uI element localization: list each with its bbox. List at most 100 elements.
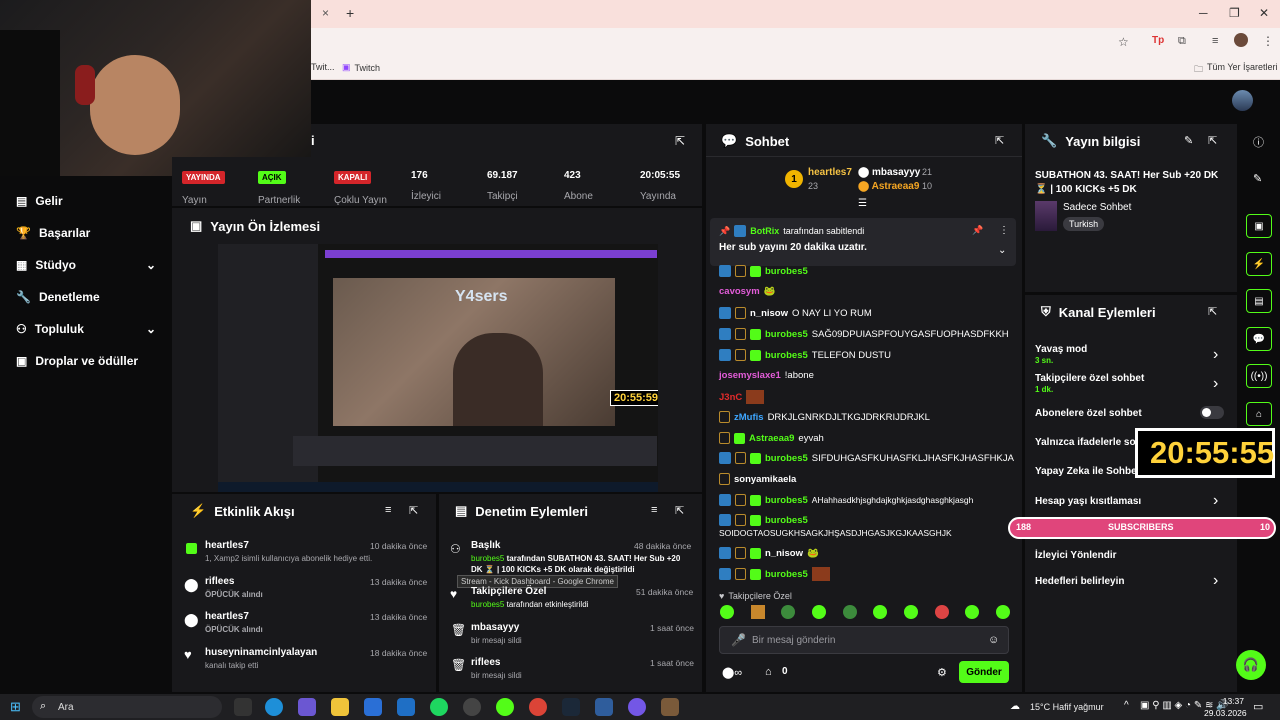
edit-icon[interactable]: ✎ xyxy=(1184,134,1193,147)
leader-row[interactable]: ⬤ mbasayyy xyxy=(858,167,920,178)
unpin-icon[interactable]: 📌 xyxy=(972,225,983,236)
emote-icon[interactable] xyxy=(842,605,857,619)
category-name[interactable]: Sadece Sohbet xyxy=(1063,202,1131,213)
emote-icon[interactable] xyxy=(720,605,734,619)
app-icon[interactable] xyxy=(595,698,613,716)
mod-action-name[interactable]: riflees xyxy=(471,657,500,668)
chat-message[interactable]: J3nC xyxy=(719,390,768,404)
chat-message[interactable]: n_nisow 🐸 xyxy=(719,547,823,559)
store-icon[interactable]: ⌂ xyxy=(765,666,772,678)
emote-icon[interactable] xyxy=(903,605,918,619)
filter-icon[interactable]: ≡ xyxy=(385,504,391,516)
chat-message[interactable]: sonyamikaela xyxy=(719,473,800,485)
leader-row[interactable]: ⬤ Astraeaa9 xyxy=(858,181,919,192)
spotify-icon[interactable] xyxy=(430,698,448,716)
sidebar-item-topluluk[interactable]: ⚇ Topluluk ⌄ xyxy=(16,322,156,336)
chat-message[interactable]: burobes5 xyxy=(719,265,812,277)
subscribers-only-toggle[interactable] xyxy=(1200,406,1224,419)
sidebar-item-denetleme[interactable]: 🔧 Denetleme xyxy=(16,290,100,304)
expand-icon[interactable]: ⌄ xyxy=(998,245,1006,256)
media-icon[interactable]: ≡ xyxy=(1212,35,1218,47)
tab-close-icon[interactable]: × xyxy=(322,6,329,20)
mod-action-name[interactable]: mbasayyy xyxy=(471,622,519,633)
edit-icon[interactable]: ✎ xyxy=(1253,172,1262,185)
chevron-right-icon[interactable]: › xyxy=(1213,572,1218,590)
rail-button-chat[interactable]: 💬 xyxy=(1246,327,1272,351)
slow-mode-label[interactable]: Yavaş mod xyxy=(1035,344,1087,355)
popout-icon[interactable]: ⇱ xyxy=(409,504,418,517)
rail-button-store[interactable]: ⌂ xyxy=(1246,402,1272,426)
emote-icon[interactable] xyxy=(965,605,980,619)
event-user[interactable]: riflees xyxy=(205,576,234,587)
event-user[interactable]: heartles7 xyxy=(205,611,249,622)
clock-date[interactable]: 29.03.2026 xyxy=(1204,708,1247,718)
chat-message[interactable]: burobes5 xyxy=(719,514,808,526)
sidebar-item-gelir[interactable]: ▤ Gelir xyxy=(16,194,63,208)
emote-icon[interactable] xyxy=(934,605,949,619)
windows-start-icon[interactable]: ⊞ xyxy=(10,699,21,715)
bookmark-twitch[interactable]: ▣ Twitch xyxy=(342,62,380,73)
rail-button-broadcast[interactable]: ((•)) xyxy=(1246,364,1272,388)
outlook-icon[interactable] xyxy=(397,698,415,716)
copilot-icon[interactable] xyxy=(298,698,316,716)
sidebar-item-basarilar[interactable]: 🏆 Başarılar xyxy=(16,226,90,240)
emote-icon[interactable] xyxy=(811,605,826,619)
goals-label[interactable]: Hedefleri belirleyin xyxy=(1035,576,1124,587)
restore-icon[interactable]: ❐ xyxy=(1229,6,1240,20)
rail-button-poll[interactable]: ▤ xyxy=(1246,289,1272,313)
bookmark-star-icon[interactable]: ☆ xyxy=(1118,35,1129,49)
bookmark-folder[interactable]: 🗀 Tüm Yer İşaretleri xyxy=(1194,62,1278,78)
support-headset-button[interactable]: 🎧 xyxy=(1236,650,1266,680)
notification-icon[interactable]: ▭ xyxy=(1253,700,1263,713)
browser-menu-icon[interactable]: ⋮ xyxy=(1262,34,1274,48)
profile-avatar[interactable] xyxy=(1234,33,1248,47)
more-icon[interactable]: ⋮ xyxy=(999,225,1009,236)
chat-message[interactable]: burobes5 SAĞ09DPUIASPFOUYGASFUOPHASDFKKH xyxy=(719,328,1009,340)
kicks-icon[interactable]: ⬤∞ xyxy=(722,666,742,679)
steam-icon[interactable] xyxy=(562,698,580,716)
obs-icon[interactable] xyxy=(463,698,481,716)
info-icon[interactable]: ⓘ xyxy=(1253,134,1264,150)
microphone-icon[interactable]: 🎤 xyxy=(731,633,746,647)
stream-preview[interactable]: Y4sers 20:55:59 xyxy=(218,244,658,492)
emote-icon[interactable] xyxy=(781,605,796,619)
chat-message[interactable]: josemyslaxe1 !abone xyxy=(719,370,814,381)
popout-icon[interactable]: ⇱ xyxy=(1208,134,1217,147)
event-user[interactable]: heartles7 xyxy=(205,540,249,551)
app-icon[interactable] xyxy=(661,698,679,716)
extension-icon[interactable]: Tp xyxy=(1152,35,1164,46)
account-age-label[interactable]: Hesap yaşı kısıtlaması xyxy=(1035,496,1141,507)
leader-name[interactable]: heartles7 xyxy=(808,167,852,178)
store-app-icon[interactable] xyxy=(364,698,382,716)
extensions-puzzle-icon[interactable]: ⧉ xyxy=(1178,35,1186,48)
chat-message[interactable]: burobes5 TELEFON DUSTU xyxy=(719,349,891,361)
chevron-right-icon[interactable]: › xyxy=(1213,375,1218,393)
chrome-icon[interactable] xyxy=(529,698,547,716)
chat-message[interactable]: Astraeaa9 eyvah xyxy=(719,432,824,444)
collapse-icon[interactable]: ☰ xyxy=(858,198,867,209)
clock-time[interactable]: 13:37 xyxy=(1214,696,1244,706)
followers-only-label[interactable]: Takipçilere özel sohbet xyxy=(1035,373,1144,384)
chevron-right-icon[interactable]: › xyxy=(1213,492,1218,510)
popout-icon[interactable]: ⇱ xyxy=(995,134,1004,147)
popout-icon[interactable]: ⇱ xyxy=(675,134,685,148)
user-avatar[interactable] xyxy=(1232,90,1253,111)
rail-button-raid[interactable]: ⚡ xyxy=(1246,252,1272,276)
emote-icon[interactable] xyxy=(995,605,1010,619)
chat-message[interactable]: burobes5 AHahhasdkhjsghdajkghkjasdghasghk… xyxy=(719,494,973,506)
minimize-icon[interactable]: ─ xyxy=(1199,6,1208,20)
explorer-icon[interactable] xyxy=(331,698,349,716)
chat-message[interactable]: burobes5 SIFDUHGASFKUHASFKLJHASFKJHASFHKJ… xyxy=(719,452,1014,464)
discord-icon[interactable] xyxy=(628,698,646,716)
window-close-icon[interactable]: ✕ xyxy=(1259,6,1269,20)
tray-chevron-icon[interactable]: ^ xyxy=(1124,700,1129,711)
rail-button-clip[interactable]: ▣ xyxy=(1246,214,1272,238)
popout-icon[interactable]: ⇱ xyxy=(1208,305,1217,318)
new-tab-button[interactable]: + xyxy=(346,5,354,21)
host-label[interactable]: İzleyici Yönlendir xyxy=(1035,550,1117,561)
emote-icon[interactable] xyxy=(750,605,765,619)
settings-gear-icon[interactable]: ⚙ xyxy=(937,666,947,679)
subscribers-only-label[interactable]: Abonelere özel sohbet xyxy=(1035,408,1142,419)
sidebar-item-studyo[interactable]: ▦ Stüdyo ⌄ xyxy=(16,258,156,272)
bookmark-item[interactable]: Twit... xyxy=(311,62,335,72)
